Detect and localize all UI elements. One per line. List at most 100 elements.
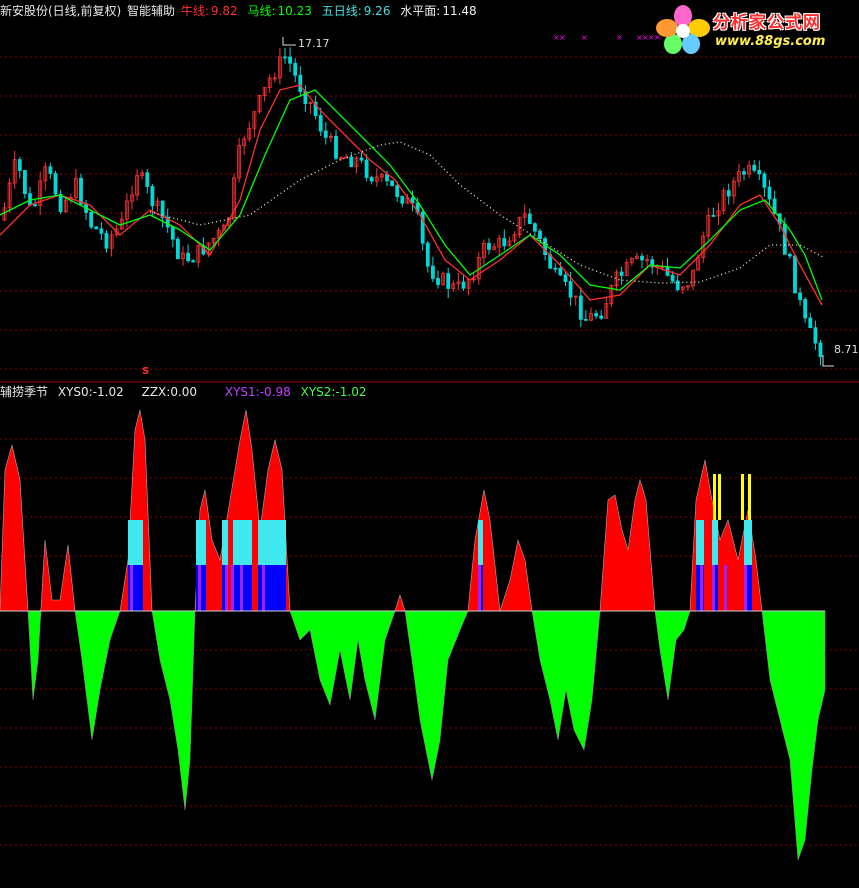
- candle-body: [430, 265, 435, 279]
- level-label: 水平面:: [400, 4, 441, 18]
- candle-body: [752, 164, 757, 171]
- candle-body: [104, 232, 109, 249]
- candle-body: [17, 159, 22, 171]
- xys1-value: -0.98: [259, 385, 291, 399]
- candle-body: [818, 342, 823, 358]
- candle-body: [33, 204, 37, 207]
- candle-body: [283, 56, 287, 59]
- negative-area: [0, 610, 826, 861]
- candle-body: [359, 157, 364, 161]
- high-price-label: 17.17: [298, 37, 330, 50]
- candlestick-series: [2, 47, 823, 366]
- candle-body: [318, 115, 323, 132]
- candle-body: [640, 255, 644, 261]
- level-value: 11.48: [442, 4, 477, 18]
- candle-body: [584, 319, 588, 321]
- purple-bar: [198, 565, 201, 611]
- candle-body: [288, 56, 293, 64]
- candle-body: [150, 186, 155, 207]
- purple-bar: [231, 565, 234, 611]
- cross-marker: ×: [581, 33, 588, 42]
- ma3-label: 五日线:: [321, 4, 362, 18]
- candle-body: [711, 215, 716, 217]
- candle-body: [349, 156, 354, 167]
- candle-body: [400, 196, 405, 204]
- ma2-line: [0, 89, 823, 301]
- zzx-label: ZZX:: [141, 385, 171, 399]
- candle-body: [436, 277, 440, 285]
- yellow-bar: [718, 474, 721, 520]
- cyan-band: [696, 520, 704, 565]
- candle-body: [58, 193, 63, 213]
- purple-bar: [130, 565, 133, 611]
- candle-body: [390, 180, 395, 187]
- flower-icon: [656, 5, 710, 54]
- xys0-label: XYS0:: [57, 385, 93, 399]
- low-price-label: 8.71: [834, 343, 859, 356]
- candle-body: [793, 255, 797, 294]
- candle-body: [568, 281, 573, 298]
- yellow-bar: [741, 474, 744, 520]
- ma1-label: 牛线:: [180, 4, 209, 18]
- ma2-label: 马线:: [247, 4, 276, 18]
- cyan-band: [258, 520, 286, 565]
- candle-body: [742, 171, 746, 175]
- candle-body: [175, 238, 180, 260]
- candle-body: [89, 212, 94, 228]
- candle-body: [94, 226, 99, 230]
- purple-bar: [262, 565, 265, 611]
- top-markers: × × × × × × × ×: [553, 33, 661, 42]
- candle-body: [813, 327, 818, 344]
- sub-panel-header: 辅捞季节 XYS0:-1.02 ZZX:0.00 XYS1:-0.98 XYS2…: [0, 384, 367, 400]
- candle-body: [170, 226, 175, 240]
- candle-body: [798, 292, 802, 300]
- candle-body: [726, 190, 731, 197]
- candle-body: [538, 230, 542, 239]
- yellow-bar: [713, 474, 716, 520]
- ma2-value: 10.23: [277, 4, 312, 18]
- candle-body: [145, 172, 150, 187]
- indicator-title: 智能辅助: [127, 4, 176, 18]
- sub-indicator-title: 辅捞季节: [0, 385, 49, 399]
- signal-marker: S: [142, 366, 150, 377]
- logo-title: 分析家公式网: [713, 13, 821, 33]
- candle-body: [53, 173, 58, 195]
- candle-body: [599, 315, 604, 319]
- yellow-bar: [748, 474, 751, 520]
- candle-body: [803, 299, 808, 319]
- purple-bar: [724, 565, 727, 611]
- candle-body: [364, 159, 369, 178]
- cyan-band: [712, 520, 718, 565]
- candle-body: [762, 173, 767, 188]
- cross-marker: ×: [616, 33, 623, 42]
- purple-bar: [240, 565, 243, 611]
- cyan-band: [744, 520, 752, 565]
- candle-body: [594, 313, 598, 317]
- candle-body: [558, 267, 563, 276]
- candle-body: [543, 238, 547, 256]
- candle-body: [48, 166, 53, 174]
- candle-body: [527, 213, 532, 225]
- xys2-label: XYS2:: [300, 385, 336, 399]
- candle-body: [323, 130, 328, 138]
- candle-body: [578, 295, 583, 320]
- cross-marker: ×: [559, 33, 566, 42]
- cyan-band: [478, 520, 483, 565]
- purple-bar: [712, 565, 715, 611]
- candle-body: [757, 169, 762, 175]
- purple-bar: [478, 565, 481, 611]
- candle-body: [385, 174, 389, 182]
- cyan-band: [233, 520, 252, 565]
- candle-body: [808, 317, 813, 329]
- cyan-band: [196, 520, 206, 565]
- purple-bar: [225, 565, 228, 611]
- logo-url: www.88gs.com: [715, 34, 826, 49]
- candle-body: [533, 223, 537, 232]
- xys1-label: XYS1:: [224, 385, 260, 399]
- main-panel-header: 新安股份(日线,前复权) 智能辅助 牛线: 9.82 马线: 10.23 五日线: 9…: [0, 3, 479, 19]
- candle-body: [79, 177, 83, 205]
- candle-body: [563, 274, 568, 282]
- candle-body: [99, 228, 104, 234]
- ma1-value: 9.82: [210, 4, 238, 18]
- candle-body: [487, 243, 491, 250]
